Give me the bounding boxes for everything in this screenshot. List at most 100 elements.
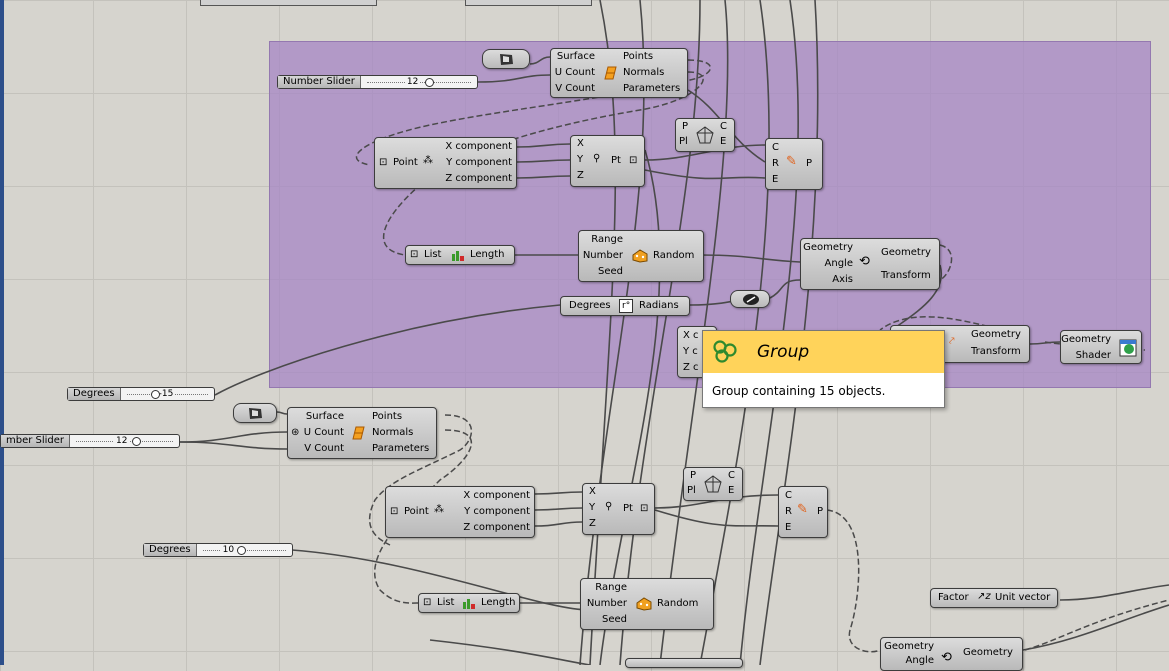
custom-preview-component[interactable]: Geometry Shader [1060,330,1142,364]
deconstruct-point-component[interactable]: ⊡ Point ⁂ X component Y component Z comp… [385,486,535,538]
output-x-component: X component [463,490,530,501]
partial-component[interactable] [625,658,743,668]
input-geometry: Geometry [884,641,934,652]
preview-icon [1119,339,1137,357]
output-random: Random [657,598,699,609]
input-z: Z [577,170,584,181]
component-label: Pt [623,503,633,514]
radians-component[interactable]: Degrees r° Radians [560,296,690,316]
output-unit-vector: Unit vector [995,592,1051,603]
rotate-component[interactable]: Geometry Angle Axis ⟲ Geometry Transform [800,238,940,290]
output-transform: Transform [881,270,931,281]
input-range: Range [591,234,623,245]
slider-value: 12 [404,76,421,88]
input-p: P [690,470,697,481]
unit-z-icon: ↗z [977,591,991,602]
divide-surface-component[interactable]: Surface U Count V Count Points Normals P… [550,48,688,98]
output-normals: Normals [372,427,414,438]
list-length-component[interactable]: ⊡ List Length [405,245,515,265]
component-label: List [437,597,455,608]
component-label: List [424,249,442,260]
output-p: P [806,158,813,169]
construct-point-component[interactable]: X Y Z ⚲ Pt ⊡ [570,135,645,187]
construct-point-component[interactable]: X Y Z ⚲ Pt ⊡ [582,483,655,535]
expand-icon[interactable]: ⊡ [629,155,637,167]
surface-icon [500,54,513,65]
slider-grip[interactable] [132,437,142,446]
degrees-slider[interactable]: Degrees 10 [143,543,293,557]
group-icon [713,340,737,363]
expand-icon[interactable]: ⊡ [640,503,648,515]
unit-vector-component[interactable]: Factor ↗z Unit vector [930,588,1058,608]
input-c: C [772,142,779,153]
input-pl: Pl [687,485,696,496]
output-e: E [728,485,735,496]
component-label: Point [393,157,418,168]
number-slider[interactable]: Number Slider 12 [277,75,478,89]
closest-point-component[interactable]: P Pl C E [683,467,743,501]
pencil-icon: ✎ [786,154,797,169]
input-p: P [682,121,689,132]
slider-track[interactable]: -15 [121,388,214,400]
grasshopper-canvas[interactable]: Number Slider 12 Surface U Count V Count… [0,0,1169,671]
closest-point-icon [704,475,722,493]
input-r: R [772,158,779,169]
deconstruct-point-component[interactable]: ⊡ Point ⁂ X component Y component Z comp… [374,137,517,189]
degrees-slider[interactable]: Degrees -15 [67,387,215,401]
output-parameters: Parameters [623,83,681,94]
output-p: P [817,506,824,517]
list-length-icon [452,251,464,261]
slider-value: 10 [220,544,237,556]
input-range: Range [595,582,627,593]
curve-point-component[interactable]: C R E ✎ P [778,486,828,538]
deconstruct-point-icon: ⁂ [423,155,433,166]
input-angle: Angle [905,655,934,666]
output-x-component: X component [445,141,512,152]
random-component[interactable]: Range Number Seed Random [578,230,704,282]
slider-track[interactable]: 12 [361,76,477,88]
input-seed: Seed [598,266,623,277]
curve-point-component[interactable]: C R E ✎ P [765,138,823,190]
output-radians: Radians [639,300,679,311]
slider-grip[interactable] [150,390,160,399]
output-parameters: Parameters [372,443,430,454]
slider-name: Degrees [144,544,197,556]
pencil-icon: ✎ [797,502,808,517]
slider-grip[interactable] [236,546,246,555]
expand-icon[interactable]: ⊡ [410,249,418,261]
input-u-count: U Count [303,427,344,438]
expand-icon[interactable]: ⊡ [390,506,398,518]
slider-track[interactable]: 10 [197,544,292,556]
input-seed: Seed [602,614,627,625]
rotate-component[interactable]: Geometry Angle ⟲ Geometry [880,637,1023,671]
input-geometry: Geometry [803,242,853,253]
expand-icon[interactable]: ⊡ [423,597,431,609]
group-tooltip: Group Group containing 15 objects. [702,330,945,408]
construct-point-icon: ⚲ [593,153,601,164]
output-random: Random [653,250,695,261]
slider-track[interactable]: 12 [70,435,179,447]
expand-icon[interactable]: ⊛ [291,427,299,439]
output-transform: Transform [971,346,1021,357]
output-y-component: Y component [446,157,512,168]
surface-parameter[interactable] [233,403,277,423]
divide-surface-component[interactable]: ⊛ Surface U Count V Count Points Normals… [287,407,437,459]
input-x: X [589,486,596,497]
input-number: Number [582,250,623,261]
input-v-count: V Count [304,443,344,454]
slider-name: Degrees [68,388,121,400]
closest-point-component[interactable]: P Pl C E [675,118,735,152]
vector-parameter[interactable] [730,290,770,308]
input-degrees: Degrees [569,300,611,311]
slider-value: 12 [114,435,130,447]
output-points: Points [372,411,403,422]
slider-grip[interactable] [424,78,434,87]
surface-parameter[interactable] [482,49,530,69]
list-length-component[interactable]: ⊡ List Length [418,593,520,613]
number-slider[interactable]: mber Slider 12 [0,434,180,448]
divide-surface-icon [352,426,365,440]
expand-icon[interactable]: ⊡ [379,157,387,169]
radians-icon: r° [619,299,634,313]
input-factor: Factor [938,592,969,603]
random-component[interactable]: Range Number Seed Random [580,578,714,630]
